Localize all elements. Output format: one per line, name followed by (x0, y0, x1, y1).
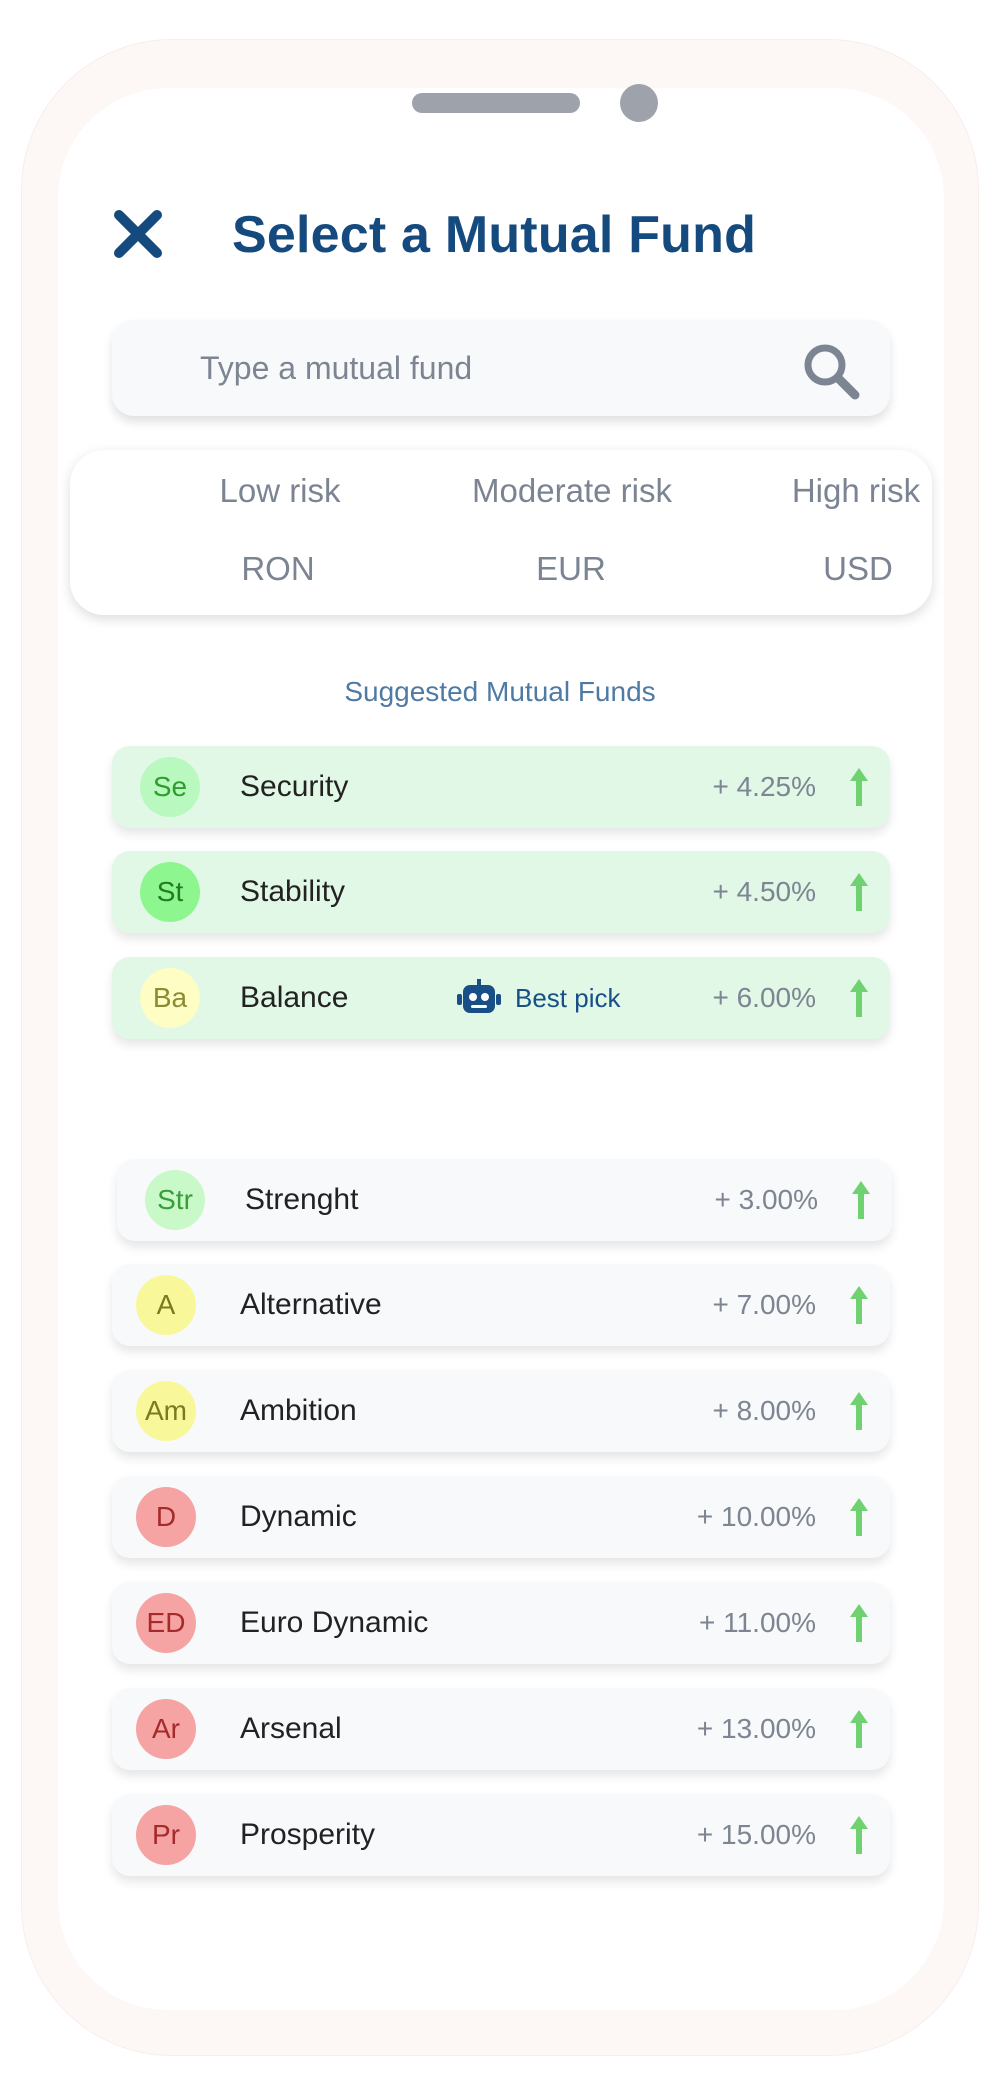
fund-rate: + 4.25% (712, 771, 816, 802)
best-pick-badge: Best pick (457, 957, 621, 1039)
avatar: Str (145, 1170, 205, 1230)
filter-usd[interactable]: USD (728, 550, 988, 588)
filter-moderate-risk[interactable]: Moderate risk (442, 472, 702, 510)
trend-up-icon (850, 1604, 868, 1642)
trend-up-icon (850, 768, 868, 806)
fund-rate: + 6.00% (712, 982, 816, 1013)
fund-prosperity[interactable]: Pr Prosperity + 15.00% (112, 1794, 890, 1876)
filter-eur[interactable]: EUR (441, 550, 701, 588)
fund-name: Dynamic (240, 1500, 357, 1533)
trend-up-icon (850, 873, 868, 911)
trend-up-icon (850, 1286, 868, 1324)
trend-up-icon (850, 1710, 868, 1748)
page-title: Select a Mutual Fund (232, 206, 757, 264)
fund-name: Prosperity (240, 1818, 376, 1851)
fund-name: Arsenal (240, 1712, 342, 1745)
fund-euro-dynamic[interactable]: ED Euro Dynamic + 11.00% (112, 1582, 890, 1664)
fund-rate: + 3.00% (714, 1184, 818, 1215)
fund-dynamic[interactable]: D Dynamic + 10.00% (112, 1476, 890, 1558)
fund-name: Stability (240, 875, 346, 908)
trend-up-icon (850, 979, 868, 1017)
avatar: St (140, 862, 200, 922)
fund-rate: + 13.00% (696, 1713, 816, 1744)
trend-up-icon (850, 1816, 868, 1854)
filter-high-risk[interactable]: High risk (726, 472, 986, 510)
phone-camera (620, 84, 658, 122)
fund-ambition[interactable]: Am Ambition + 8.00% (112, 1370, 890, 1452)
avatar: Se (140, 757, 200, 817)
close-icon[interactable] (112, 208, 164, 260)
best-pick-label: Best pick (515, 982, 621, 1013)
fund-rate: + 10.00% (696, 1501, 816, 1532)
avatar: ED (136, 1593, 196, 1653)
avatar: A (136, 1275, 196, 1335)
fund-name: Ambition (240, 1394, 357, 1427)
search-box[interactable] (112, 320, 890, 416)
fund-rate: + 4.50% (712, 876, 816, 907)
fund-name: Security (240, 770, 349, 803)
suggested-section-title: Suggested Mutual Funds (344, 676, 656, 707)
avatar: Am (136, 1381, 196, 1441)
suggested-fund-balance[interactable]: Ba Balance Best pick + 6.00% (112, 957, 890, 1039)
fund-name: Euro Dynamic (240, 1606, 429, 1639)
fund-strenght[interactable]: Str Strenght + 3.00% (117, 1159, 892, 1241)
avatar: Ba (140, 968, 200, 1028)
fund-alternative[interactable]: A Alternative + 7.00% (112, 1264, 890, 1346)
robot-icon (457, 979, 501, 1013)
fund-arsenal[interactable]: Ar Arsenal + 13.00% (112, 1688, 890, 1770)
trend-up-icon (850, 1498, 868, 1536)
trend-up-icon (852, 1181, 870, 1219)
fund-name: Balance (240, 981, 349, 1014)
suggested-fund-security[interactable]: Se Security + 4.25% (112, 746, 890, 828)
trend-up-icon (850, 1392, 868, 1430)
fund-rate: + 7.00% (712, 1289, 816, 1320)
avatar: Pr (136, 1805, 196, 1865)
suggested-fund-stability[interactable]: St Stability + 4.50% (112, 851, 890, 933)
search-input[interactable] (200, 340, 760, 396)
filter-card: Low risk Moderate risk High risk RON EUR… (70, 450, 932, 615)
avatar: D (136, 1487, 196, 1547)
search-icon[interactable] (800, 340, 862, 402)
fund-rate: + 11.00% (698, 1607, 816, 1638)
fund-rate: + 8.00% (712, 1395, 816, 1426)
filter-ron[interactable]: RON (148, 550, 408, 588)
fund-name: Alternative (240, 1288, 382, 1321)
filter-low-risk[interactable]: Low risk (150, 472, 410, 510)
fund-rate: + 15.00% (696, 1819, 816, 1850)
avatar: Ar (136, 1699, 196, 1759)
phone-speaker (412, 93, 580, 113)
fund-name: Strenght (245, 1183, 359, 1216)
